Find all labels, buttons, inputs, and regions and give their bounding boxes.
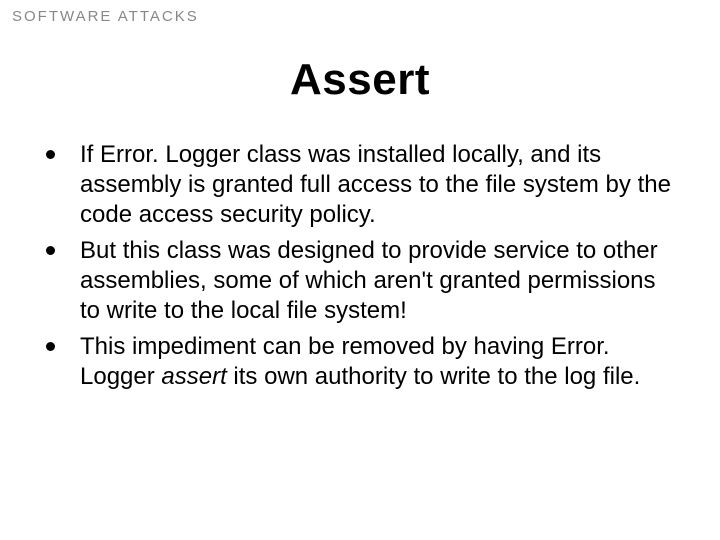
bullet-text: If Error. Logger class was installed loc… <box>80 141 671 228</box>
bullet-text: But this class was designed to provide s… <box>80 237 658 324</box>
bullet-item: If Error. Logger class was installed loc… <box>40 140 680 230</box>
bullet-item: This impediment can be removed by having… <box>40 332 680 392</box>
header-label: Software Attacks <box>12 8 199 25</box>
bullet-item: But this class was designed to provide s… <box>40 236 680 326</box>
bullet-text: its own authority to write to the log fi… <box>227 363 641 390</box>
bullet-text-italic: assert <box>161 363 226 390</box>
slide: Software Attacks Assert If Error. Logger… <box>0 0 720 540</box>
slide-body: If Error. Logger class was installed loc… <box>40 140 680 398</box>
bullet-list: If Error. Logger class was installed loc… <box>40 140 680 392</box>
slide-title: Assert <box>0 55 720 105</box>
